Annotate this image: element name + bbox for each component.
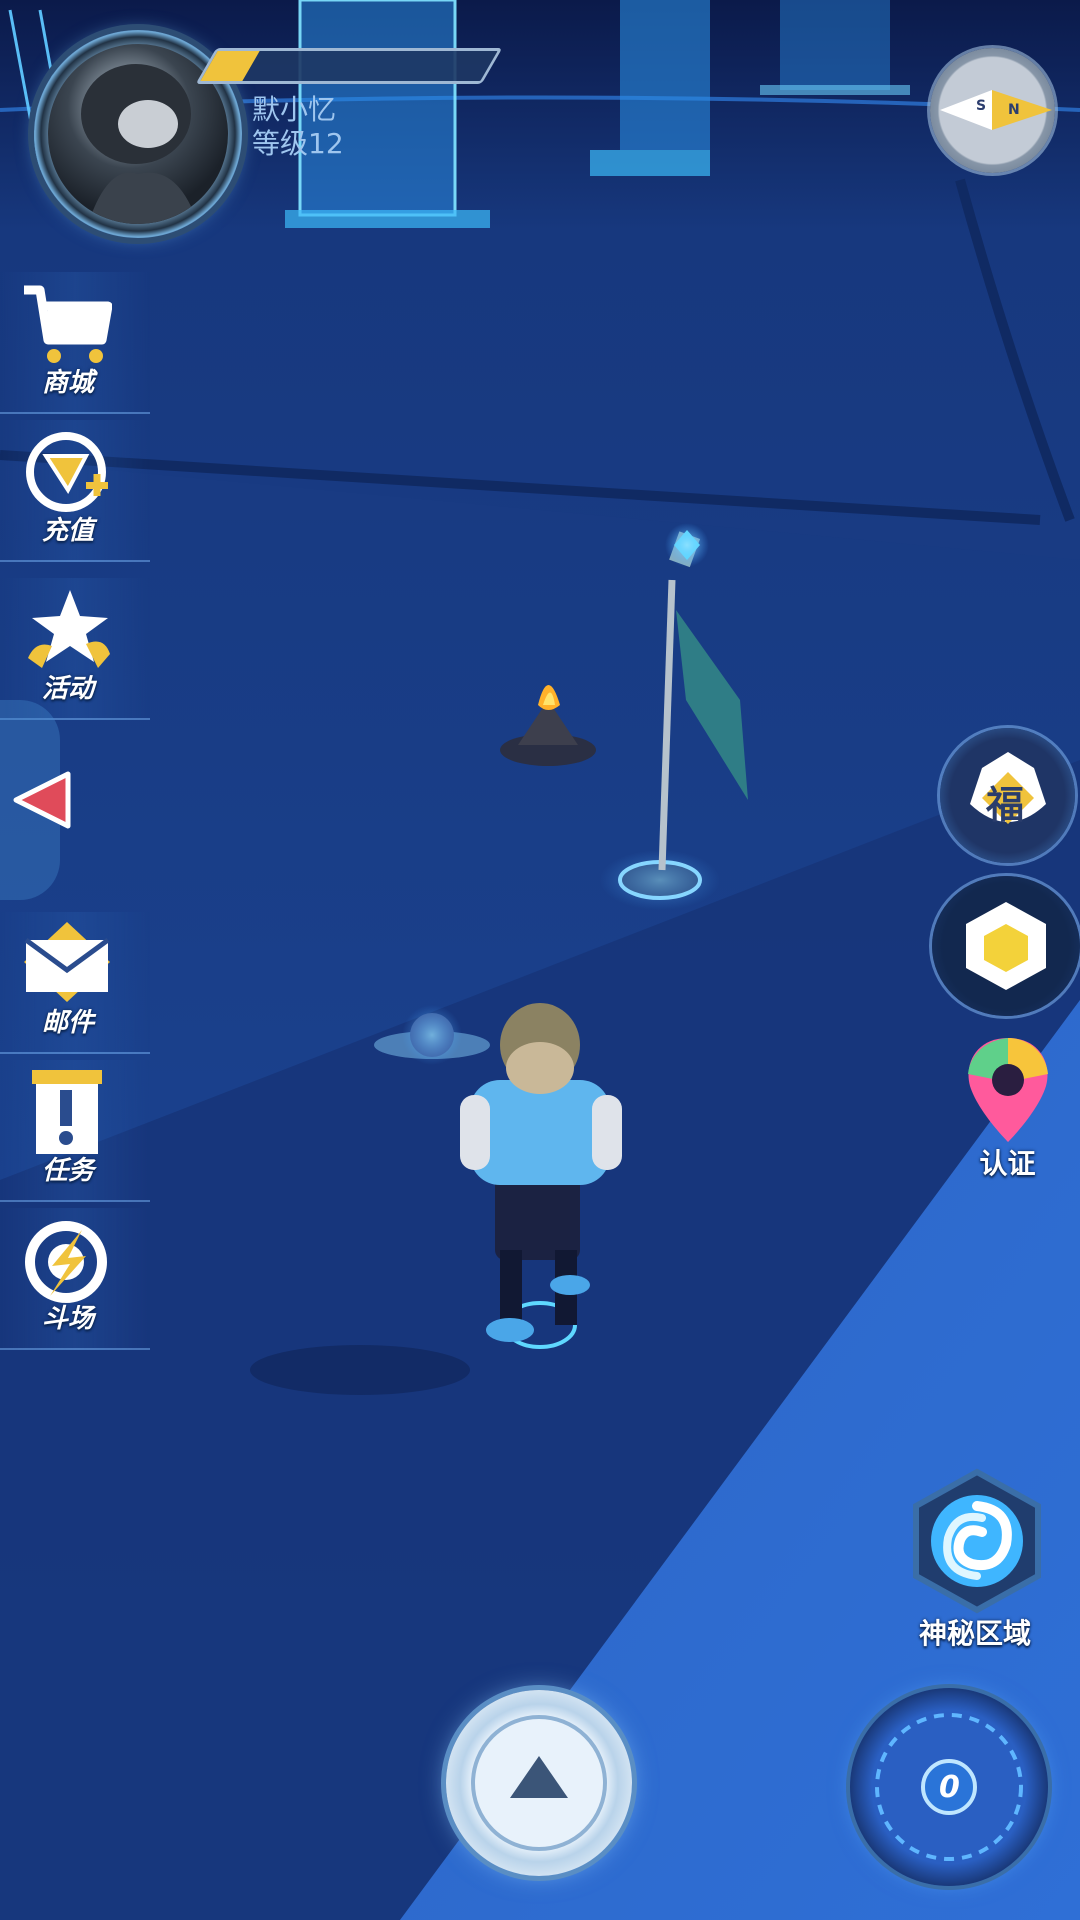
fortune-glyph: 福: [986, 783, 1025, 827]
fortune-button[interactable]: 福: [940, 728, 1075, 863]
menu-label-task: 任务: [41, 1156, 94, 1186]
mystery-area-label: 神秘区域: [918, 1617, 1031, 1650]
compass[interactable]: S N: [930, 48, 1055, 173]
menu-item-task[interactable]: 任务: [0, 1060, 150, 1202]
menu-collapse-tab[interactable]: [0, 700, 71, 900]
mail-icon: [24, 922, 110, 1002]
star-activity-icon: [28, 590, 110, 668]
menu-label-shop: 商城: [41, 368, 94, 398]
mystery-area-button[interactable]: 神秘区域: [890, 1466, 1060, 1656]
menu-item-activity[interactable]: 活动: [0, 578, 150, 720]
radar-count: 0: [939, 1770, 960, 1805]
verify-label: 认证: [979, 1147, 1036, 1180]
cube-button[interactable]: [932, 876, 1080, 1016]
swirl-portal-icon: [913, 1468, 1041, 1614]
menu-label-mail: 邮件: [41, 1008, 94, 1038]
task-icon: [32, 1070, 102, 1154]
menu-item-mail[interactable]: 邮件: [0, 912, 150, 1054]
shopping-cart-icon: [24, 285, 112, 363]
up-triangle-icon: [471, 1715, 607, 1851]
compass-south-label: S: [976, 98, 987, 114]
radar-button[interactable]: 0: [850, 1688, 1048, 1886]
menu-label-arena: 斗场: [41, 1304, 94, 1334]
menu-item-shop[interactable]: 商城: [0, 272, 150, 414]
map-pin-icon: [968, 1038, 1048, 1142]
cube-icon: [966, 902, 1046, 990]
menu-label-recharge: 充值: [41, 516, 94, 546]
collapse-arrow-icon: [13, 771, 71, 829]
verify-button[interactable]: 认证: [940, 1034, 1075, 1184]
player-level: 等级12: [252, 127, 344, 160]
arena-icon: [25, 1221, 107, 1303]
recharge-icon: [26, 432, 108, 512]
compass-needle-icon: [940, 90, 1052, 130]
menu-item-arena[interactable]: 斗场: [0, 1208, 150, 1350]
jump-button[interactable]: [446, 1690, 632, 1876]
xp-progress-bar: [195, 48, 503, 84]
avatar[interactable]: [48, 44, 228, 224]
menu-item-recharge[interactable]: 充值: [0, 420, 150, 562]
compass-north-label: N: [1008, 102, 1020, 118]
